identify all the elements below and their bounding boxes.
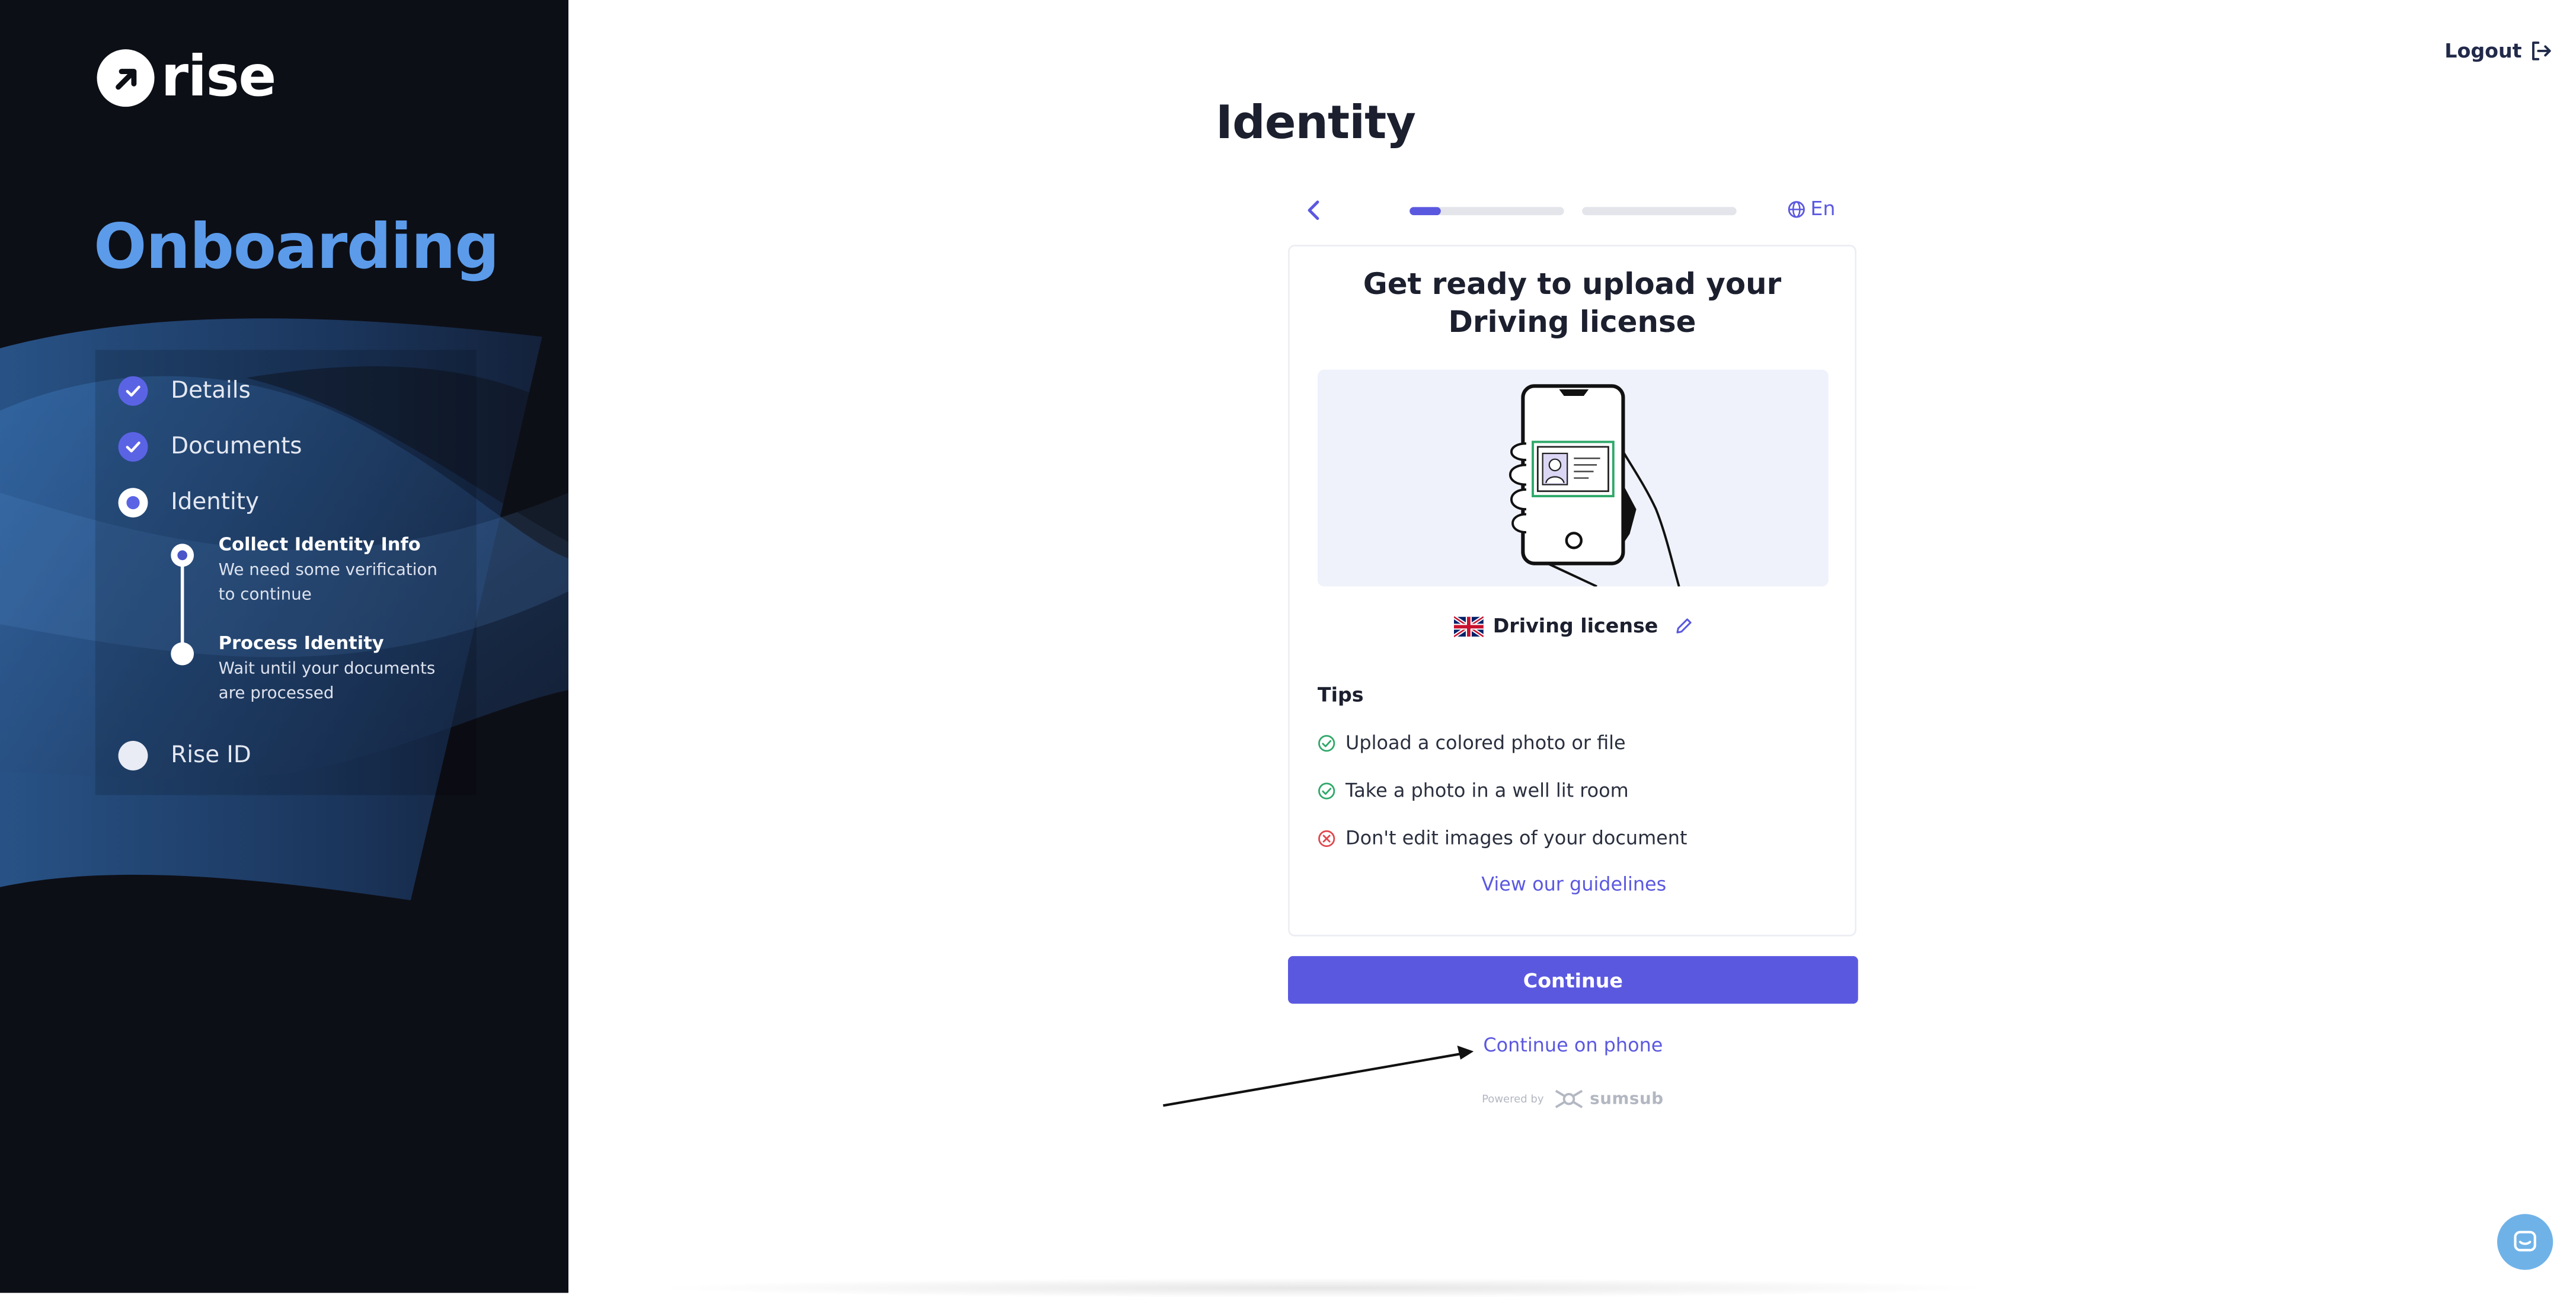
tip-item: Don't edit images of your document <box>1318 826 1687 849</box>
logout-button[interactable]: Logout <box>2444 39 2551 63</box>
powered-by-label: Powered by <box>1482 1092 1544 1106</box>
step-label: Documents <box>171 433 302 461</box>
pending-step-icon <box>118 741 148 771</box>
tip-item: Take a photo in a well lit room <box>1318 779 1629 802</box>
powered-by-sumsub: Powered by sumsub <box>1482 1088 1664 1111</box>
page-title: Identity <box>1216 95 1416 150</box>
step-identity[interactable]: Identity <box>118 488 259 518</box>
document-type-row: Driving license <box>1290 614 1858 638</box>
view-guidelines-link[interactable]: View our guidelines <box>1290 872 1858 896</box>
chat-support-button[interactable] <box>2497 1214 2553 1270</box>
step-details[interactable]: Details <box>118 376 251 406</box>
step-label: Details <box>171 378 251 404</box>
check-icon <box>118 431 148 462</box>
card-heading: Get ready to upload your Driving license <box>1363 267 1782 340</box>
current-step-icon <box>118 488 148 518</box>
rise-logo[interactable]: rise <box>97 49 276 107</box>
progress-bar-step-1 <box>1410 207 1564 216</box>
sidebar-title: Onboarding <box>93 210 500 283</box>
edit-pencil-icon[interactable] <box>1674 616 1694 635</box>
check-circle-icon <box>1318 734 1335 751</box>
step-label: Rise ID <box>171 742 251 769</box>
globe-icon <box>1788 200 1805 218</box>
provider-name: sumsub <box>1590 1090 1664 1108</box>
document-type-label: Driving license <box>1492 614 1658 638</box>
sumsub-logo-icon <box>1554 1089 1583 1108</box>
substep-title: Collect Identity Info <box>218 533 421 555</box>
document-upload-card: Get ready to upload your Driving license <box>1288 244 1858 936</box>
step-rise-id[interactable]: Rise ID <box>118 741 251 771</box>
back-chevron-icon[interactable] <box>1303 197 1326 223</box>
logout-icon <box>2532 41 2551 60</box>
sidebar: rise Onboarding Details Documents Identi… <box>0 0 569 1293</box>
annotation-arrow <box>1163 1046 1474 1107</box>
substep-description: We need some verification to continue <box>218 561 437 605</box>
pending-substep-icon <box>171 642 194 666</box>
tip-text: Upload a colored photo or file <box>1345 731 1626 754</box>
chat-icon <box>2514 1230 2536 1252</box>
substep-description: Wait until your documents are processed <box>218 660 436 704</box>
step-label: Identity <box>171 489 259 516</box>
logout-label: Logout <box>2444 39 2522 63</box>
step-documents[interactable]: Documents <box>118 431 302 462</box>
phone-document-illustration <box>1317 369 1829 587</box>
bottom-shadow <box>650 1278 1998 1298</box>
continue-button[interactable]: Continue <box>1288 956 1858 1004</box>
logo-text: rise <box>161 44 277 110</box>
progress-fill <box>1410 207 1441 216</box>
tip-text: Take a photo in a well lit room <box>1345 778 1629 802</box>
language-label: En <box>1810 197 1836 220</box>
tips-title: Tips <box>1317 683 1364 706</box>
uk-flag-icon <box>1453 615 1484 637</box>
x-circle-icon <box>1318 829 1335 846</box>
tip-text: Don't edit images of your document <box>1345 826 1687 849</box>
substep-connector <box>180 563 184 651</box>
rise-logo-icon <box>97 49 155 107</box>
hand-holding-phone-icon <box>1509 384 1680 587</box>
current-substep-icon <box>171 544 194 567</box>
check-icon <box>118 376 148 406</box>
progress-bar-step-2 <box>1582 207 1737 216</box>
check-circle-icon <box>1318 782 1335 799</box>
main-content: Logout Identity En Get ready to upload y… <box>568 0 2576 1298</box>
substep-title: Process Identity <box>218 632 384 654</box>
language-selector[interactable]: En <box>1788 197 1836 220</box>
tip-item: Upload a colored photo or file <box>1318 731 1626 754</box>
